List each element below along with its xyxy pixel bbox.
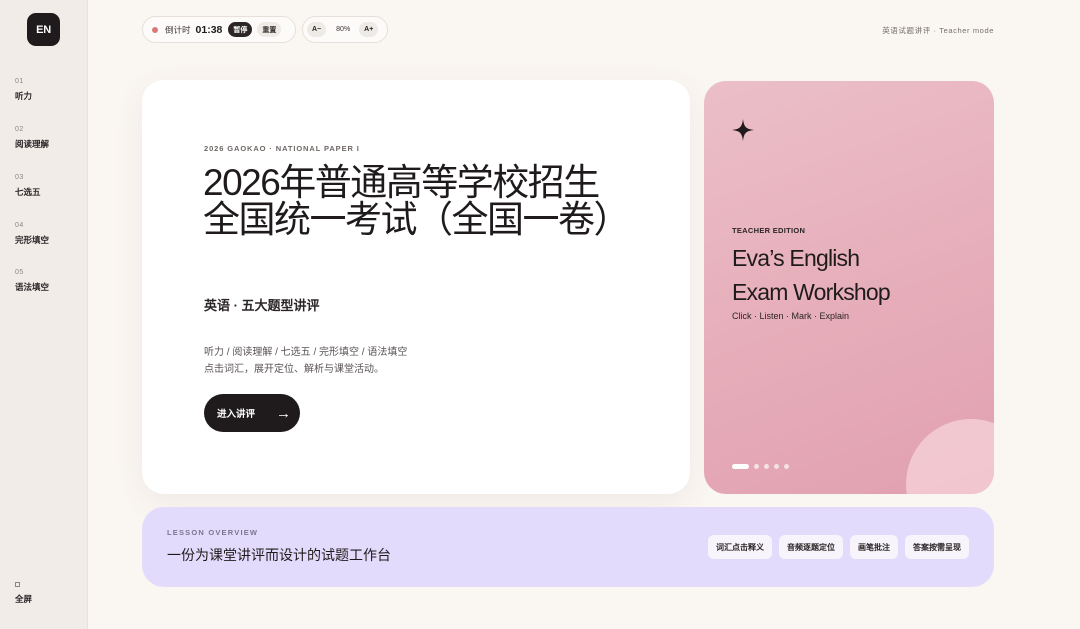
font-zoom-control: A− 80% A+ (302, 16, 388, 43)
zoom-value: 80% (336, 26, 351, 33)
feature-title-line: Eva’s English (732, 245, 860, 271)
sidebar-item-number: 04 (15, 222, 24, 229)
fullscreen-icon[interactable] (15, 582, 20, 587)
hero-card: 2026 GAOKAO · NATIONAL PAPER I 2026年普通高等… (142, 80, 690, 494)
overview-title: 一份为课堂讲评而设计的试题工作台 (167, 547, 391, 563)
feature-chips: 词汇点击释义 音频逐题定位 画笔批注 答案按需呈现 (701, 535, 969, 559)
sidebar-item-cloze[interactable]: 04 完形填空 (15, 222, 81, 246)
feature-card: TEACHER EDITION Eva’s English Exam Works… (704, 81, 994, 494)
sidebar-item-seven-choose-five[interactable]: 03 七选五 (15, 174, 81, 198)
app-logo[interactable]: EN (27, 13, 60, 46)
enter-review-button[interactable]: 进入讲评 → (204, 394, 300, 432)
chip-pen-annotation[interactable]: 画笔批注 (850, 535, 898, 559)
carousel-dot[interactable] (732, 464, 749, 469)
feature-title-line: Exam Workshop (732, 279, 891, 305)
chip-vocab-definition[interactable]: 词汇点击释义 (708, 535, 772, 559)
carousel-dot[interactable] (754, 464, 759, 469)
mode-label: 英语试题讲评 · Teacher mode (882, 26, 994, 35)
carousel-dots (732, 464, 794, 469)
sidebar-item-label: 听力 (15, 91, 33, 101)
feature-kicker: TEACHER EDITION (732, 226, 806, 235)
overview-kicker: LESSON OVERVIEW (167, 528, 259, 537)
feature-tagline: Click · Listen · Mark · Explain (732, 311, 850, 321)
chip-answer-reveal[interactable]: 答案按需呈现 (905, 535, 969, 559)
sidebar-item-grammar[interactable]: 05 语法填空 (15, 269, 81, 293)
sidebar: EN 01 听力 02 阅读理解 03 七选五 04 完形填空 05 语法填空 … (0, 0, 88, 629)
hero-description-line: 听力 / 阅读理解 / 七选五 / 完形填空 / 语法填空 (204, 347, 408, 358)
hero-subtitle: 英语 · 五大题型讲评 (204, 298, 320, 313)
sidebar-item-label: 阅读理解 (15, 139, 50, 149)
carousel-dot[interactable] (774, 464, 779, 469)
sidebar-item-number: 01 (15, 78, 24, 85)
decrease-font-button[interactable]: A− (307, 22, 327, 37)
page-title: 2026年普通高等学校招生全国统一考试（全国一卷） (203, 162, 631, 240)
sidebar-item-number: 05 (15, 269, 24, 276)
sidebar-item-label: 语法填空 (15, 282, 50, 292)
timer-value: 01:38 (195, 23, 223, 36)
arrow-right-icon: → (276, 404, 292, 422)
fullscreen-button[interactable]: 全屏 (15, 593, 32, 605)
hero-description: 听力 / 阅读理解 / 七选五 / 完形填空 / 语法填空 点击词汇，展开定位、… (204, 344, 407, 378)
timer-label: 倒计时 (165, 24, 191, 35)
countdown-timer: 倒计时 01:38 暂停 重置 (142, 16, 296, 43)
sidebar-item-label: 完形填空 (15, 235, 50, 245)
decorative-circle (906, 419, 994, 494)
increase-font-button[interactable]: A+ (359, 22, 379, 37)
sidebar-item-number: 02 (15, 126, 24, 133)
feature-title: Eva’s English Exam Workshop (732, 241, 891, 309)
sidebar-item-listening[interactable]: 01 听力 (15, 78, 81, 102)
lesson-overview: LESSON OVERVIEW 一份为课堂讲评而设计的试题工作台 词汇点击释义 … (142, 507, 994, 587)
chip-audio-locate[interactable]: 音频逐题定位 (779, 535, 843, 559)
carousel-dot[interactable] (764, 464, 769, 469)
enter-review-label: 进入讲评 (217, 409, 256, 420)
sidebar-item-number: 03 (15, 174, 24, 181)
recording-dot-icon (152, 26, 158, 33)
pause-button[interactable]: 暂停 (228, 22, 253, 37)
sidebar-item-reading[interactable]: 02 阅读理解 (15, 126, 81, 150)
hero-description-line: 点击词汇，展开定位、解析与课堂活动。 (204, 364, 384, 375)
hero-kicker: 2026 GAOKAO · NATIONAL PAPER I (204, 144, 360, 153)
reset-button[interactable]: 重置 (257, 22, 282, 37)
carousel-dot[interactable] (784, 464, 789, 469)
sparkle-icon (732, 119, 754, 141)
sidebar-item-label: 七选五 (15, 187, 41, 197)
